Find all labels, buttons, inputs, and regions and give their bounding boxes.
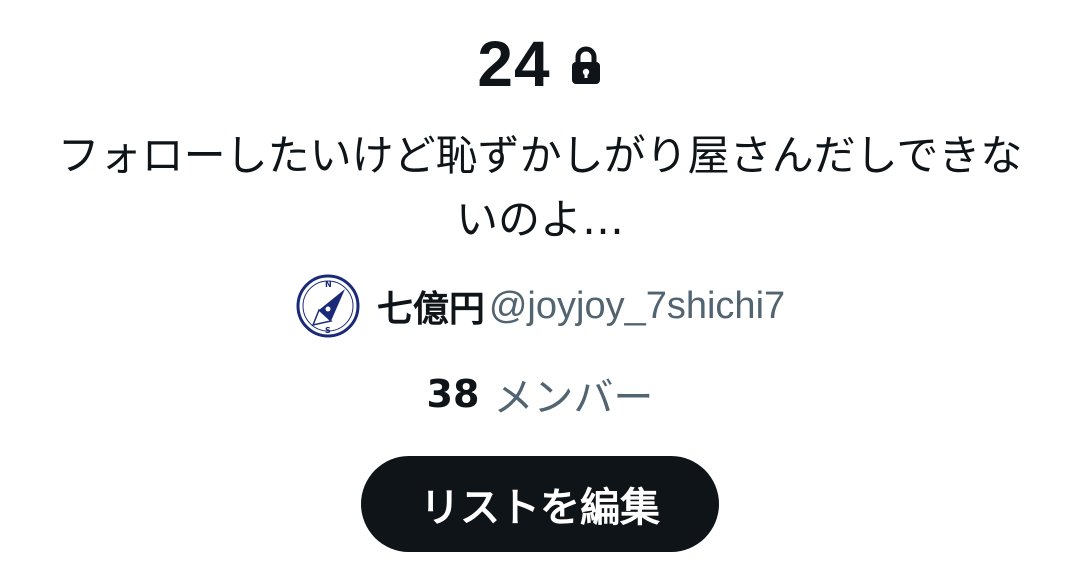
list-description: フォローしたいけど恥ずかしがり屋さんだしできないのよ… [57,131,1023,244]
owner-handle[interactable]: @joyjoy_7shichi7 [489,285,785,328]
list-owner[interactable]: N S 七億円 @joyjoy_7shichi7 [0,272,1080,340]
members-count: 38 [426,372,480,416]
members-label: メンバー [493,375,654,421]
lock-icon [569,45,603,87]
list-header: 24 フォローしたいけど恥ずかしがり屋さんだしできないのよ… N S 七億円 @… [0,0,1080,588]
svg-text:S: S [325,326,331,335]
list-title-row: 24 [0,26,1080,102]
members-link[interactable]: 38 メンバー [0,366,1080,422]
edit-list-button[interactable]: リストを編集 [361,456,719,552]
svg-text:N: N [325,280,332,289]
owner-avatar[interactable]: N S [295,273,361,339]
list-title: 24 [477,28,551,100]
owner-name[interactable]: 七億円 [377,280,485,332]
